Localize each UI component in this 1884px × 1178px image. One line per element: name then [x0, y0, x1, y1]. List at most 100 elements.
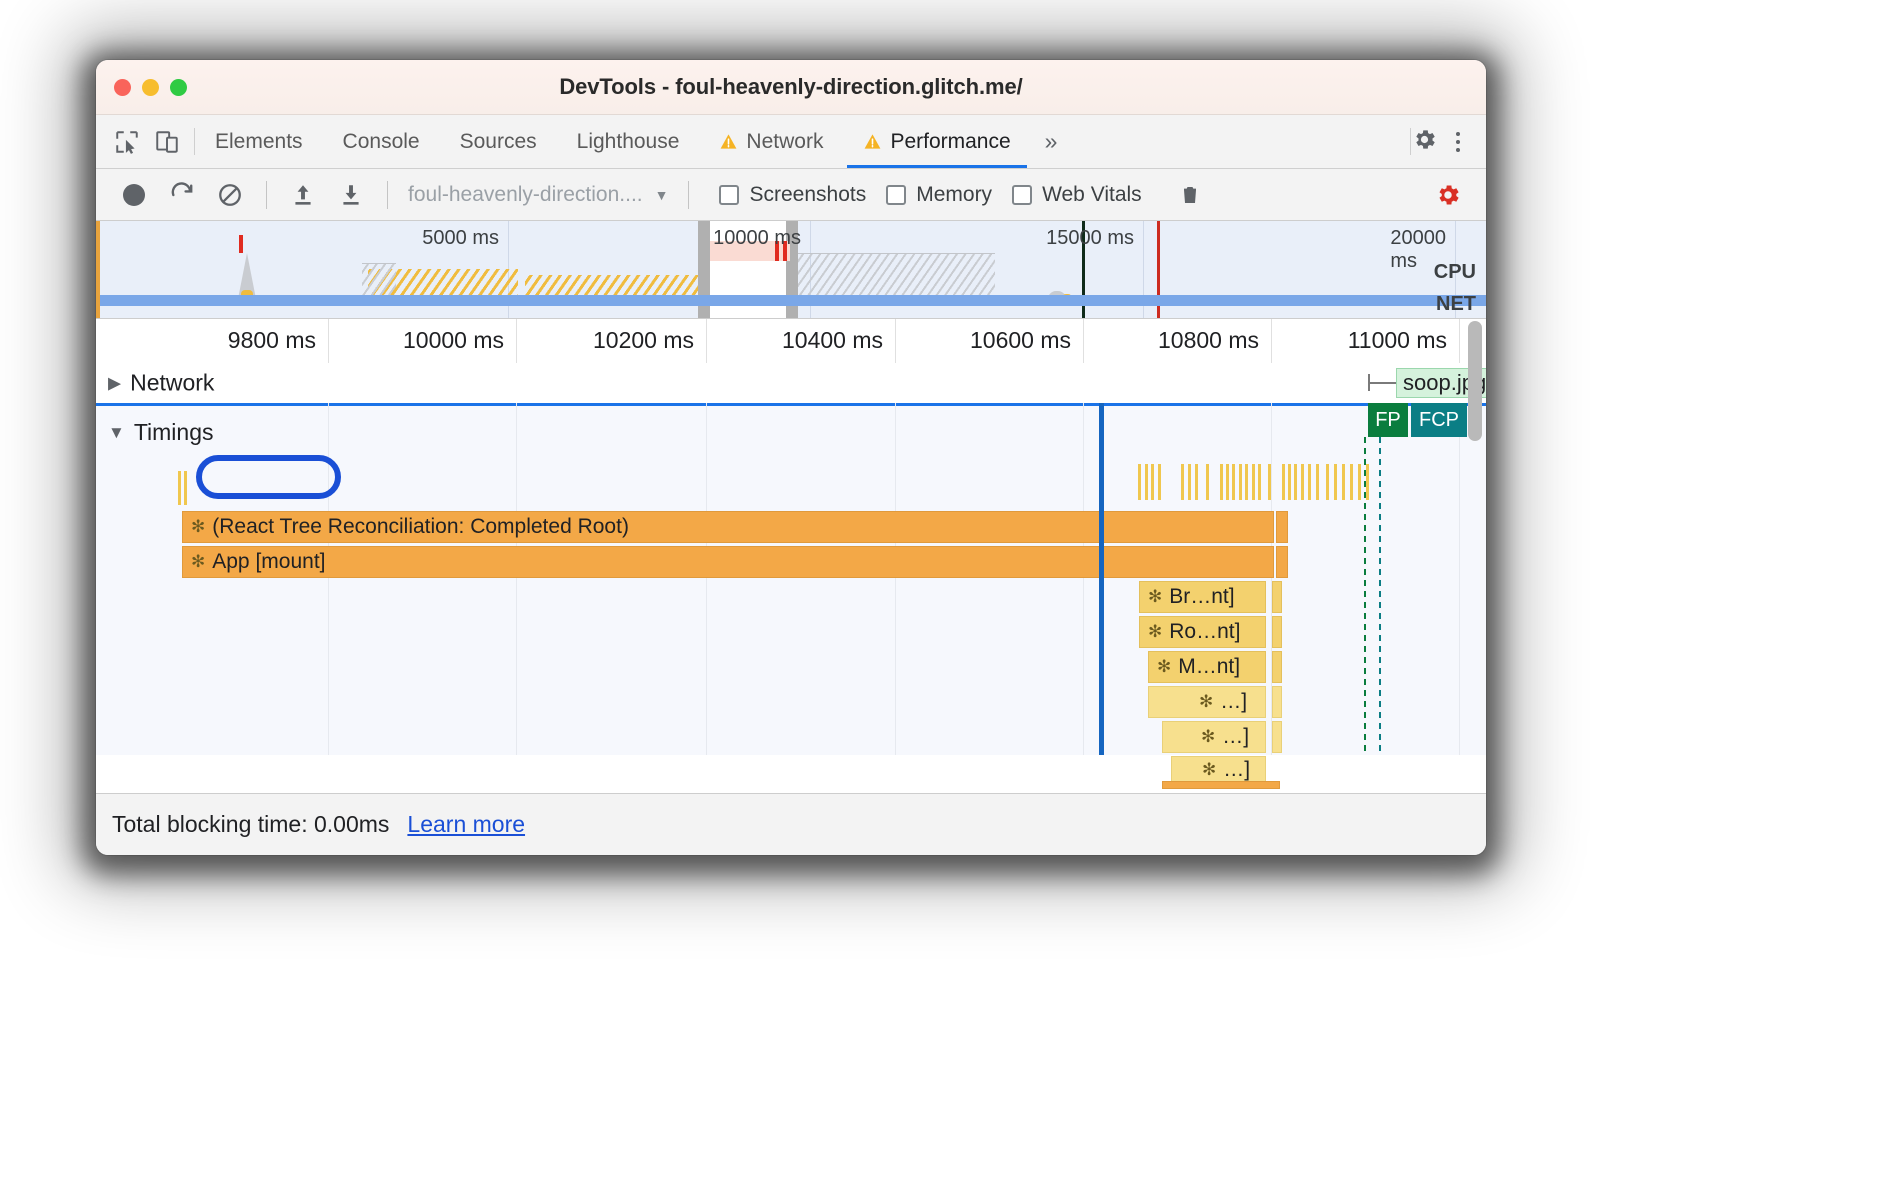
checkbox-screenshots[interactable]: Screenshots: [719, 183, 866, 207]
flame-bar-label: …]: [1223, 758, 1251, 781]
more-tabs-chevron-icon[interactable]: »: [1031, 115, 1072, 168]
checkbox-label: Web Vitals: [1042, 182, 1142, 206]
tab-performance[interactable]: Performance: [843, 115, 1030, 168]
flame-bar-child-3[interactable]: ✻ …]: [1171, 756, 1266, 784]
flame-bar-label: M…nt]: [1178, 655, 1241, 678]
flame-bar-br-nt[interactable]: ✻ Br…nt]: [1139, 581, 1266, 613]
overview-tick-label: 15000 ms: [1046, 227, 1134, 249]
tab-lighthouse[interactable]: Lighthouse: [557, 115, 700, 168]
tab-network[interactable]: Network: [699, 115, 843, 168]
load-profile-button[interactable]: [281, 175, 325, 215]
badge-fp[interactable]: FP: [1368, 403, 1408, 437]
flame-bar-label: Ro…nt]: [1169, 620, 1241, 643]
checkbox-label: Screenshots: [749, 182, 867, 206]
tab-label: Elements: [215, 129, 303, 153]
flame-bar-child-2-tail[interactable]: [1272, 721, 1282, 753]
toolbar-divider-2: [387, 180, 388, 209]
target-page-value: foul-heavenly-direction....: [408, 182, 643, 206]
flame-bar-app-mount[interactable]: ✻ App [mount]: [182, 546, 1274, 578]
overview-tick-label: 10000 ms: [713, 227, 801, 249]
badge-label: FP: [1375, 408, 1401, 431]
flamechart-panel[interactable]: 9800 ms 10000 ms 10200 ms 10400 ms 10600…: [96, 319, 1486, 799]
flame-bar-label: Br…nt]: [1169, 585, 1235, 608]
timing-marker-icon: ✻: [1199, 692, 1214, 711]
track-timings-header[interactable]: ▼ Timings: [108, 419, 214, 446]
flame-bar-child-1-tail[interactable]: [1272, 686, 1282, 718]
tab-label: Console: [342, 129, 420, 153]
timeline-overview[interactable]: 5000 ms 10000 ms 15000 ms 20000 ms CPU N…: [96, 221, 1486, 319]
flamechart-playhead[interactable]: [1099, 403, 1104, 755]
flame-bar-ro-nt[interactable]: ✻ Ro…nt]: [1139, 616, 1266, 648]
timing-marker-icon: ✻: [1202, 760, 1217, 779]
kebab-menu-icon[interactable]: [1444, 131, 1472, 152]
tab-elements[interactable]: Elements: [195, 115, 323, 168]
tab-label: Network: [746, 129, 824, 153]
checkbox-box[interactable]: [886, 184, 907, 205]
badge-fcp[interactable]: FCP: [1411, 403, 1467, 437]
tab-console[interactable]: Console: [323, 115, 440, 168]
flame-bar-react-tree[interactable]: ✻ (React Tree Reconciliation: Completed …: [182, 511, 1274, 543]
timing-tickmarks-cluster: [1136, 464, 1374, 500]
flame-bar-label: …]: [1220, 690, 1248, 713]
timing-marker-icon: ✻: [1148, 587, 1163, 606]
gear-icon[interactable]: [1411, 126, 1438, 158]
checkbox-memory[interactable]: Memory: [886, 183, 992, 207]
checkbox-web-vitals[interactable]: Web Vitals: [1012, 183, 1142, 207]
flamechart-scrollbar[interactable]: [1468, 321, 1482, 441]
overview-red-marker: [239, 235, 243, 253]
total-blocking-time: Total blocking time: 0.00ms: [112, 811, 390, 837]
overview-net-label: NET: [1436, 293, 1476, 315]
inspect-element-icon[interactable]: [114, 129, 140, 155]
target-page-select[interactable]: foul-heavenly-direction.... ▼: [402, 183, 674, 207]
screenshot-root: DevTools - foul-heavenly-direction.glitc…: [0, 0, 1884, 1178]
reload-and-record-button[interactable]: [160, 175, 204, 215]
ruler-tick-label: 10000 ms: [402, 327, 504, 353]
flame-bar-ro-nt-tail[interactable]: [1272, 616, 1282, 648]
capture-settings-gear-icon[interactable]: [1426, 175, 1470, 215]
track-network[interactable]: ▶ Network soop.jpg (sto: [96, 363, 1486, 403]
track-timings-label: Timings: [133, 419, 214, 445]
ruler-tick-label: 10600 ms: [969, 327, 1071, 353]
track-network-label: Network: [130, 369, 215, 396]
save-profile-button[interactable]: [329, 175, 373, 215]
window-titlebar: DevTools - foul-heavenly-direction.glitc…: [96, 60, 1486, 115]
flame-bar-app-mount-tail[interactable]: [1276, 546, 1288, 578]
flame-bar-m-nt-tail[interactable]: [1272, 651, 1282, 683]
ruler-tick-label: 10200 ms: [592, 327, 694, 353]
tab-label: Performance: [890, 129, 1011, 153]
tab-label: Lighthouse: [576, 129, 680, 153]
cpu-hatch-grey: [795, 253, 995, 299]
warning-triangle-icon: [719, 132, 738, 151]
device-toolbar-icon[interactable]: [154, 129, 180, 155]
record-button[interactable]: [112, 175, 156, 215]
delete-icon[interactable]: [1168, 175, 1212, 215]
track-network-header[interactable]: ▶ Network: [108, 370, 214, 397]
clear-button[interactable]: [208, 175, 252, 215]
toolbar-divider: [266, 180, 267, 209]
tab-sources[interactable]: Sources: [440, 115, 557, 168]
status-footer: Total blocking time: 0.00ms Learn more: [96, 793, 1486, 855]
chevron-right-icon[interactable]: ▶: [108, 373, 121, 393]
flame-bar-child-2[interactable]: ✻ …]: [1162, 721, 1266, 753]
chevron-down-icon: ▼: [654, 186, 669, 203]
cpu-hatch-grey: [362, 263, 396, 299]
flame-bar-label: …]: [1222, 725, 1250, 748]
overview-net-bar: [100, 295, 1486, 306]
flamechart-ruler: 9800 ms 10000 ms 10200 ms 10400 ms 10600…: [96, 319, 1486, 363]
flame-bar-br-nt-tail[interactable]: [1272, 581, 1282, 613]
checkbox-box[interactable]: [719, 184, 740, 205]
flame-bar-m-nt[interactable]: ✻ M…nt]: [1148, 651, 1266, 683]
flame-bar-react-tree-tail[interactable]: [1276, 511, 1288, 543]
learn-more-link[interactable]: Learn more: [407, 811, 525, 838]
timing-tickmarks-left: [178, 471, 188, 505]
flame-bar-child-1[interactable]: ✻ …]: [1148, 686, 1266, 718]
overview-cpu-label: CPU: [1433, 261, 1476, 283]
checkbox-label: Memory: [916, 182, 993, 206]
checkbox-box[interactable]: [1012, 184, 1033, 205]
tab-label: Sources: [459, 129, 537, 153]
fcp-marker-line: [1379, 437, 1381, 755]
toolbar-divider-3: [688, 180, 690, 209]
flame-bar-child-4[interactable]: [1162, 781, 1280, 789]
window-title: DevTools - foul-heavenly-direction.glitc…: [559, 74, 1023, 99]
chevron-down-icon[interactable]: ▼: [108, 423, 125, 443]
